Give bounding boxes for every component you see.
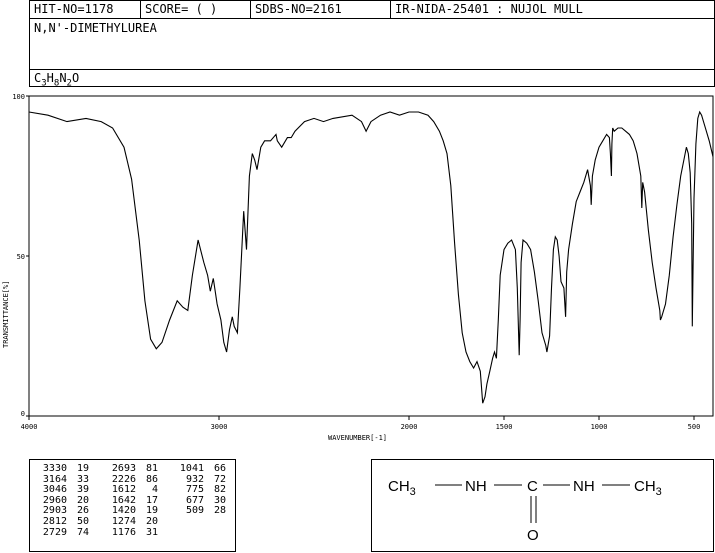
y-axis-label: TRANSMITTANCE[%] — [2, 281, 10, 348]
header-bar: HIT-NO=1178 SCORE= ( ) SDBS-NO=2161 IR-N… — [29, 0, 715, 19]
x-tick-label: 500 — [688, 423, 701, 431]
structure-box: CH3 NH C NH CH3 O — [371, 459, 714, 552]
x-tick-label: 4000 — [21, 423, 38, 431]
y-tick-label: 100 — [12, 93, 25, 101]
peak-row: 3330 19 — [37, 463, 89, 475]
carbonyl-oxygen: O — [527, 527, 539, 544]
y-ticks: 0 50 100 — [12, 93, 29, 418]
peak-row: 2812 50 — [37, 515, 89, 528]
peak-row: 509 28 — [174, 506, 226, 517]
sdbs-number: SDBS-NO=2161 — [251, 1, 391, 19]
x-tick-label: 3000 — [211, 423, 228, 431]
score-field: SCORE= ( ) — [141, 1, 251, 19]
peak-column-3: 1041 66 932 72 775 82 677 30 509 28 — [174, 463, 226, 517]
nh-right: NH — [573, 478, 595, 495]
compound-name-box: N,N'-DIMETHYLUREA — [29, 18, 715, 70]
nh-left: NH — [465, 478, 487, 495]
molecular-formula: C3H8N2O — [34, 71, 79, 88]
x-tick-label: 2000 — [401, 423, 418, 431]
peak-wavenumber: 2693 — [111, 463, 136, 474]
peak-table: 3330 19 3164 33 3046 39 2960 20 2903 26 2812 50 2729… — [29, 459, 236, 552]
x-tick-label: 1500 — [496, 423, 513, 431]
peak-column-2: 2693 81 2226 86 1612 4 1642 17 1420 19 1274 20 1176 3… — [106, 463, 158, 539]
peak-transmittance: 66 — [213, 463, 226, 474]
plot-frame — [28, 95, 714, 417]
formula-h: H — [46, 71, 54, 85]
peak-column-1: 3330 19 3164 33 3046 39 2960 20 2903 26 2812 50 2729… — [37, 463, 89, 539]
peak-wavenumber: 3330 — [42, 463, 67, 474]
x-ticks: 4000 3000 2000 1500 1000 500 — [21, 416, 701, 431]
peak-wavenumber: 509 — [185, 505, 204, 517]
compound-name: N,N'-DIMETHYLUREA — [34, 21, 157, 35]
peak-wavenumber: 1274 — [111, 515, 136, 527]
right-methyl: CH3 — [634, 478, 662, 498]
peak-transmittance: 81 — [145, 463, 158, 474]
left-methyl: CH3 — [388, 478, 416, 498]
y-tick-label: 50 — [17, 253, 25, 261]
formula-box: C3H8N2O — [29, 69, 715, 88]
peak-transmittance: 50 — [76, 515, 89, 527]
peak-wavenumber: 1176 — [111, 526, 136, 538]
peak-row: 1041 66 — [174, 463, 226, 475]
structure-diagram: CH3 NH C NH CH3 O — [388, 478, 662, 544]
peak-wavenumber: 2812 — [42, 515, 67, 527]
peak-transmittance: 74 — [76, 526, 89, 538]
peak-row: 1176 31 — [106, 526, 158, 539]
formula-o: O — [71, 71, 80, 85]
peak-row: 2693 81 — [106, 463, 158, 475]
y-tick-label: 0 — [21, 410, 25, 418]
hit-number: HIT-NO=1178 — [30, 1, 141, 19]
x-tick-label: 1000 — [591, 423, 608, 431]
x-axis-label: WAVENUMBER[-1] — [328, 434, 387, 442]
carbonyl-carbon: C — [527, 478, 538, 495]
peak-row: 1274 20 — [106, 515, 158, 528]
peak-wavenumber: 2729 — [42, 526, 67, 538]
ir-nida-label: IR-NIDA-25401 : NUJOL MULL — [395, 2, 583, 16]
peak-row: 2729 74 — [37, 526, 89, 539]
peak-transmittance: 20 — [145, 515, 158, 527]
peak-wavenumber: 1041 — [179, 463, 204, 474]
peak-transmittance: 31 — [145, 526, 158, 538]
spectrum-line — [28, 110, 714, 404]
formula-n: N — [59, 71, 67, 85]
peak-transmittance: 19 — [76, 463, 89, 474]
peak-transmittance: 28 — [213, 505, 226, 517]
